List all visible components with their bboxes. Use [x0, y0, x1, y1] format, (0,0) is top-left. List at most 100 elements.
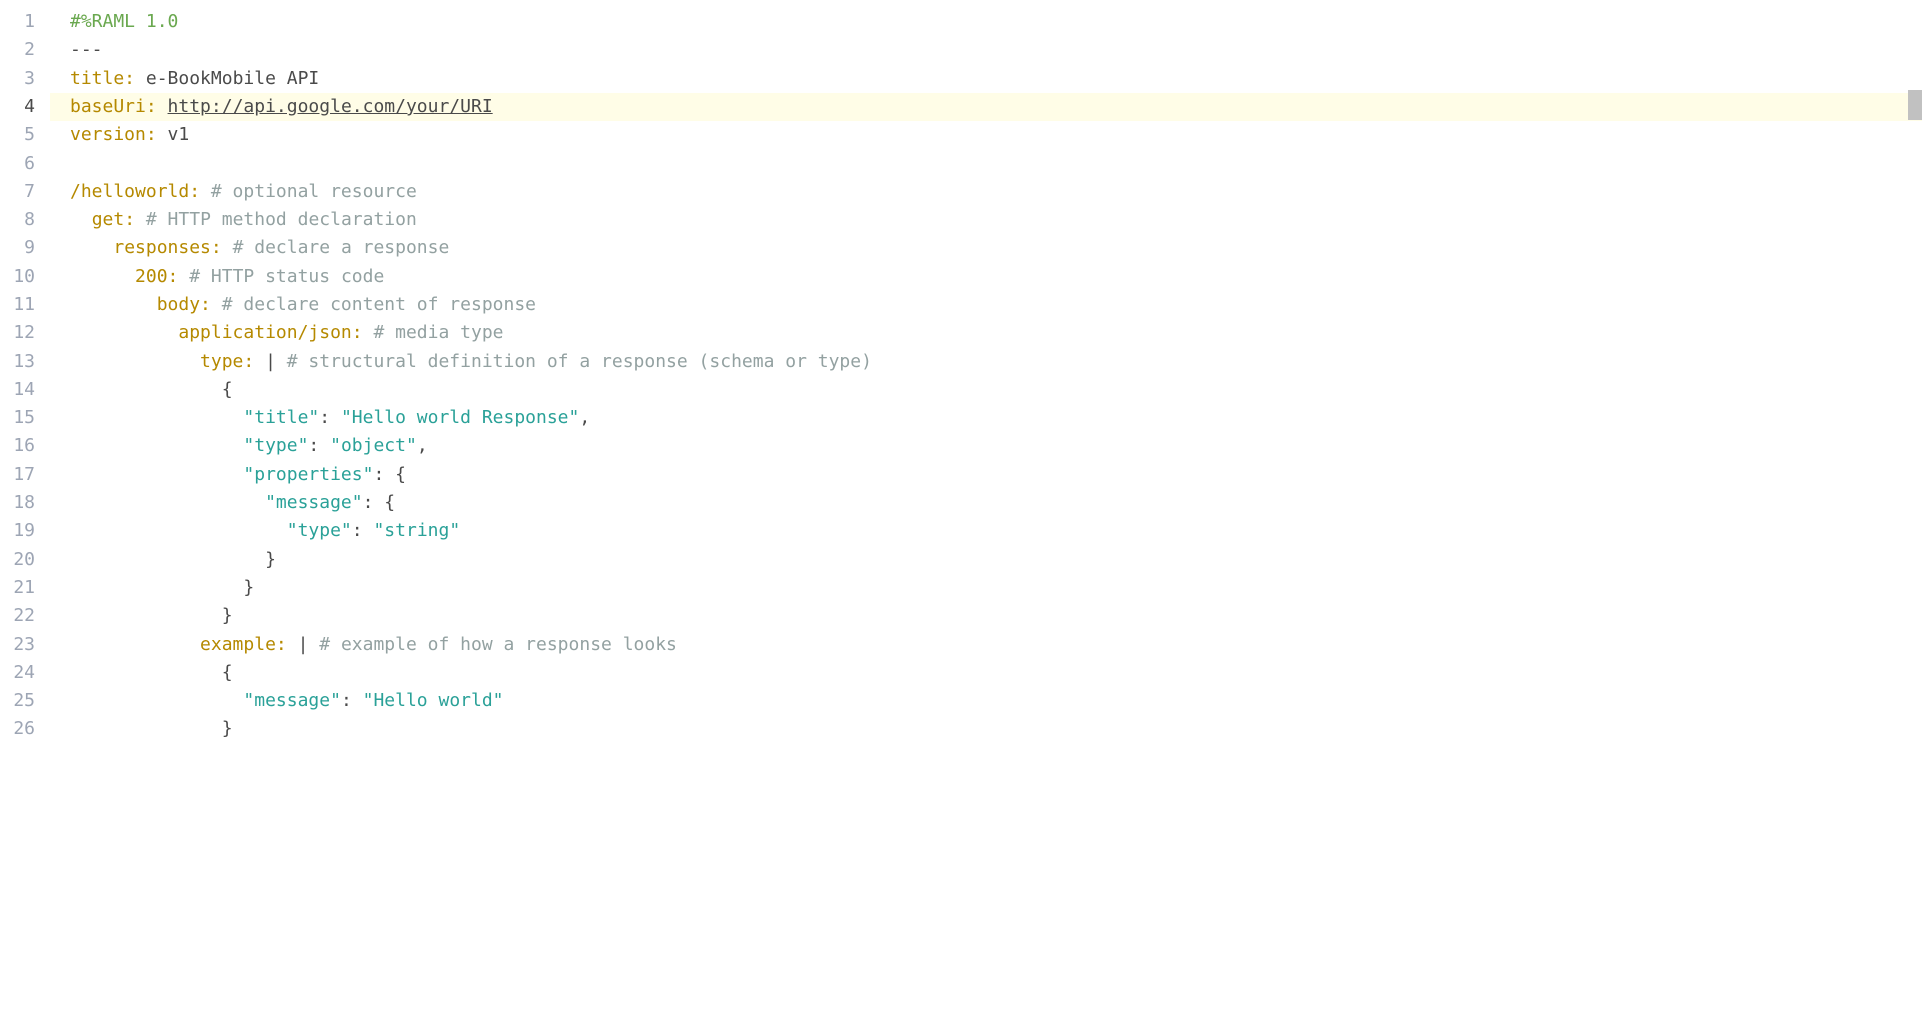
- code-token: "message": [265, 489, 363, 517]
- code-token: version:: [70, 121, 157, 149]
- code-token: ,: [417, 432, 428, 460]
- code-line[interactable]: title: e-BookMobile API: [50, 65, 1922, 93]
- code-token: }: [70, 715, 233, 743]
- code-line[interactable]: example: | # example of how a response l…: [50, 631, 1922, 659]
- code-line[interactable]: version: v1: [50, 121, 1922, 149]
- code-token: get:: [92, 206, 135, 234]
- code-line[interactable]: body: # declare content of response: [50, 291, 1922, 319]
- code-line[interactable]: }: [50, 715, 1922, 743]
- code-line[interactable]: "title": "Hello world Response",: [50, 404, 1922, 432]
- code-line[interactable]: #%RAML 1.0: [50, 8, 1922, 36]
- code-token: "type": [243, 432, 308, 460]
- line-number[interactable]: 11: [0, 291, 35, 319]
- code-token: [70, 263, 135, 291]
- scrollbar-thumb[interactable]: [1908, 90, 1922, 120]
- code-token: # declare a response: [222, 234, 450, 262]
- code-token: [70, 348, 200, 376]
- line-number[interactable]: 5: [0, 121, 35, 149]
- code-line[interactable]: }: [50, 602, 1922, 630]
- code-token: |: [287, 631, 320, 659]
- code-token: "title": [243, 404, 319, 432]
- code-token: # HTTP status code: [178, 263, 384, 291]
- code-line[interactable]: 200: # HTTP status code: [50, 263, 1922, 291]
- line-number[interactable]: 16: [0, 432, 35, 460]
- code-token: type:: [200, 348, 254, 376]
- line-number[interactable]: 13: [0, 348, 35, 376]
- code-token: :: [319, 404, 341, 432]
- code-token: application/json:: [178, 319, 362, 347]
- code-token: [157, 93, 168, 121]
- code-line[interactable]: baseUri: http://api.google.com/your/URI: [50, 93, 1922, 121]
- scrollbar-track[interactable]: [1908, 0, 1922, 1034]
- line-number[interactable]: 10: [0, 263, 35, 291]
- code-token: [70, 319, 178, 347]
- code-line[interactable]: application/json: # media type: [50, 319, 1922, 347]
- line-number[interactable]: 26: [0, 715, 35, 743]
- code-line[interactable]: }: [50, 546, 1922, 574]
- line-number[interactable]: 18: [0, 489, 35, 517]
- line-number[interactable]: 23: [0, 631, 35, 659]
- code-token: [70, 687, 243, 715]
- code-token: baseUri:: [70, 93, 157, 121]
- code-line[interactable]: "message": {: [50, 489, 1922, 517]
- code-token: : {: [373, 461, 406, 489]
- line-number[interactable]: 17: [0, 461, 35, 489]
- line-number[interactable]: 14: [0, 376, 35, 404]
- code-token: [70, 404, 243, 432]
- line-number[interactable]: 22: [0, 602, 35, 630]
- code-line[interactable]: {: [50, 376, 1922, 404]
- code-token: }: [70, 602, 233, 630]
- code-token: :: [352, 517, 374, 545]
- code-token: 200:: [135, 263, 178, 291]
- code-token: "message": [243, 687, 341, 715]
- code-token: |: [254, 348, 287, 376]
- line-number[interactable]: 9: [0, 234, 35, 262]
- line-number[interactable]: 21: [0, 574, 35, 602]
- line-number[interactable]: 7: [0, 178, 35, 206]
- code-line[interactable]: /helloworld: # optional resource: [50, 178, 1922, 206]
- code-token: "string": [373, 517, 460, 545]
- code-line[interactable]: "type": "string": [50, 517, 1922, 545]
- line-number[interactable]: 15: [0, 404, 35, 432]
- line-number[interactable]: 24: [0, 659, 35, 687]
- line-number[interactable]: 19: [0, 517, 35, 545]
- line-number[interactable]: 20: [0, 546, 35, 574]
- line-number[interactable]: 25: [0, 687, 35, 715]
- code-token: # declare content of response: [211, 291, 536, 319]
- line-number[interactable]: 6: [0, 149, 35, 177]
- code-line[interactable]: ---: [50, 36, 1922, 64]
- line-number[interactable]: 2: [0, 36, 35, 64]
- code-token: }: [70, 546, 276, 574]
- code-token: :: [341, 687, 363, 715]
- line-number[interactable]: 4: [0, 93, 35, 121]
- code-token: [70, 291, 157, 319]
- code-token: # structural definition of a response (s…: [287, 348, 872, 376]
- line-number[interactable]: 3: [0, 65, 35, 93]
- code-token: [70, 206, 92, 234]
- code-line[interactable]: "message": "Hello world": [50, 687, 1922, 715]
- code-token: body:: [157, 291, 211, 319]
- line-number[interactable]: 12: [0, 319, 35, 347]
- code-line[interactable]: type: | # structural definition of a res…: [50, 348, 1922, 376]
- code-token: title:: [70, 65, 135, 93]
- code-token: ---: [70, 36, 103, 64]
- code-area[interactable]: #%RAML 1.0---title: e-BookMobile APIbase…: [50, 0, 1922, 744]
- code-token: "type": [287, 517, 352, 545]
- line-number[interactable]: 1: [0, 8, 35, 36]
- code-line[interactable]: "type": "object",: [50, 432, 1922, 460]
- code-editor[interactable]: 1234567891011121314151617181920212223242…: [0, 0, 1922, 744]
- line-number[interactable]: 8: [0, 206, 35, 234]
- code-line[interactable]: "properties": {: [50, 461, 1922, 489]
- code-line[interactable]: {: [50, 659, 1922, 687]
- code-line[interactable]: get: # HTTP method declaration: [50, 206, 1922, 234]
- code-line[interactable]: [50, 149, 1922, 177]
- code-token: /helloworld:: [70, 178, 200, 206]
- code-token: "properties": [243, 461, 373, 489]
- code-token: ,: [579, 404, 590, 432]
- code-token: # media type: [363, 319, 504, 347]
- code-token: # HTTP method declaration: [135, 206, 417, 234]
- code-token: : {: [363, 489, 396, 517]
- code-token: [70, 432, 243, 460]
- code-line[interactable]: }: [50, 574, 1922, 602]
- code-line[interactable]: responses: # declare a response: [50, 234, 1922, 262]
